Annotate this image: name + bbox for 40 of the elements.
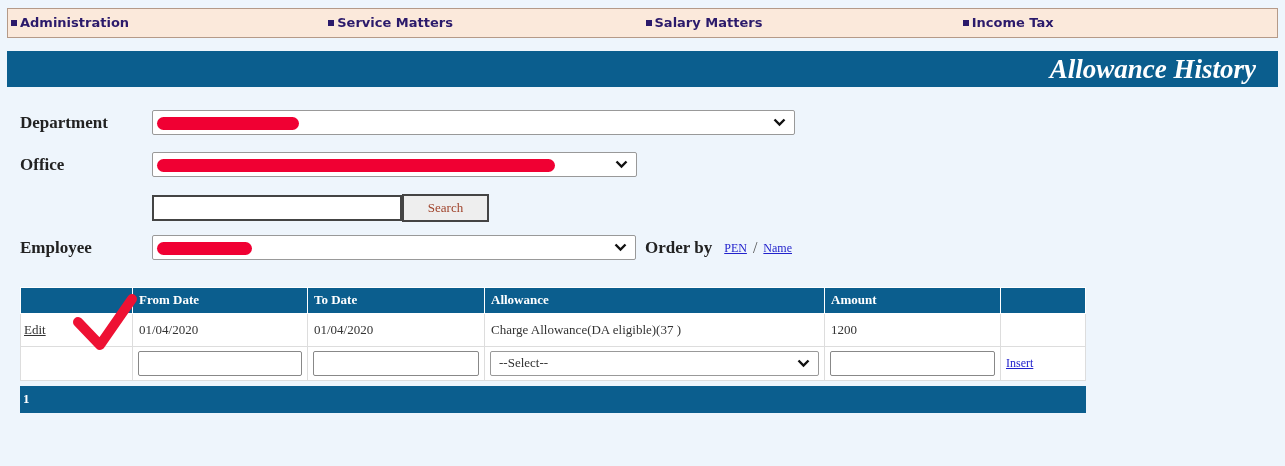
office-label: Office — [20, 153, 66, 176]
page-number[interactable]: 1 — [23, 389, 30, 409]
nav-link[interactable]: Income Tax — [971, 13, 1054, 33]
pen-link[interactable]: PEN — [724, 238, 747, 257]
name-link[interactable]: Name — [763, 238, 792, 257]
column-header: From Date — [132, 287, 308, 313]
bullet-icon — [11, 20, 17, 26]
table-cell: 1200 — [824, 313, 1001, 346]
office-select[interactable] — [152, 151, 637, 177]
chevron-down-icon — [797, 358, 810, 368]
department-select[interactable] — [152, 110, 795, 136]
allowance-select[interactable]: --Select-- — [490, 350, 819, 376]
order-by-label: Order by — [645, 237, 713, 259]
bullet-icon — [962, 20, 969, 26]
separator-text: / — [752, 237, 758, 258]
column-header: Allowance — [484, 287, 825, 313]
column-header: Amount — [824, 287, 1001, 313]
department-label: Department — [20, 112, 109, 134]
employee-select[interactable] — [152, 235, 636, 261]
page-title: Allowance History — [1049, 52, 1256, 86]
search-button[interactable]: Search — [402, 194, 489, 222]
column-header: To Date — [307, 287, 485, 313]
search-field[interactable] — [152, 195, 402, 221]
edit-link[interactable]: Edit — [24, 321, 46, 337]
bullet-icon — [328, 20, 335, 26]
chevron-down-icon — [615, 159, 628, 169]
nav-link[interactable]: Salary Matters — [654, 13, 763, 33]
table-cell: Charge Allowance(DA eligible)(37 ) — [484, 313, 825, 346]
chevron-down-icon — [614, 243, 627, 253]
table-cell: 01/04/2020 — [307, 313, 485, 346]
to-date-field[interactable] — [313, 350, 479, 376]
from-date-field[interactable] — [138, 350, 302, 376]
bullet-icon — [645, 20, 652, 26]
table-cell: 01/04/2020 — [132, 313, 308, 346]
employee-label: Employee — [20, 237, 93, 259]
chevron-down-icon — [773, 118, 786, 128]
nav-link[interactable]: Administration — [20, 13, 130, 33]
nav-link[interactable]: Service Matters — [337, 13, 453, 33]
amount-field[interactable] — [830, 350, 995, 376]
insert-link[interactable]: Insert — [1006, 356, 1034, 371]
